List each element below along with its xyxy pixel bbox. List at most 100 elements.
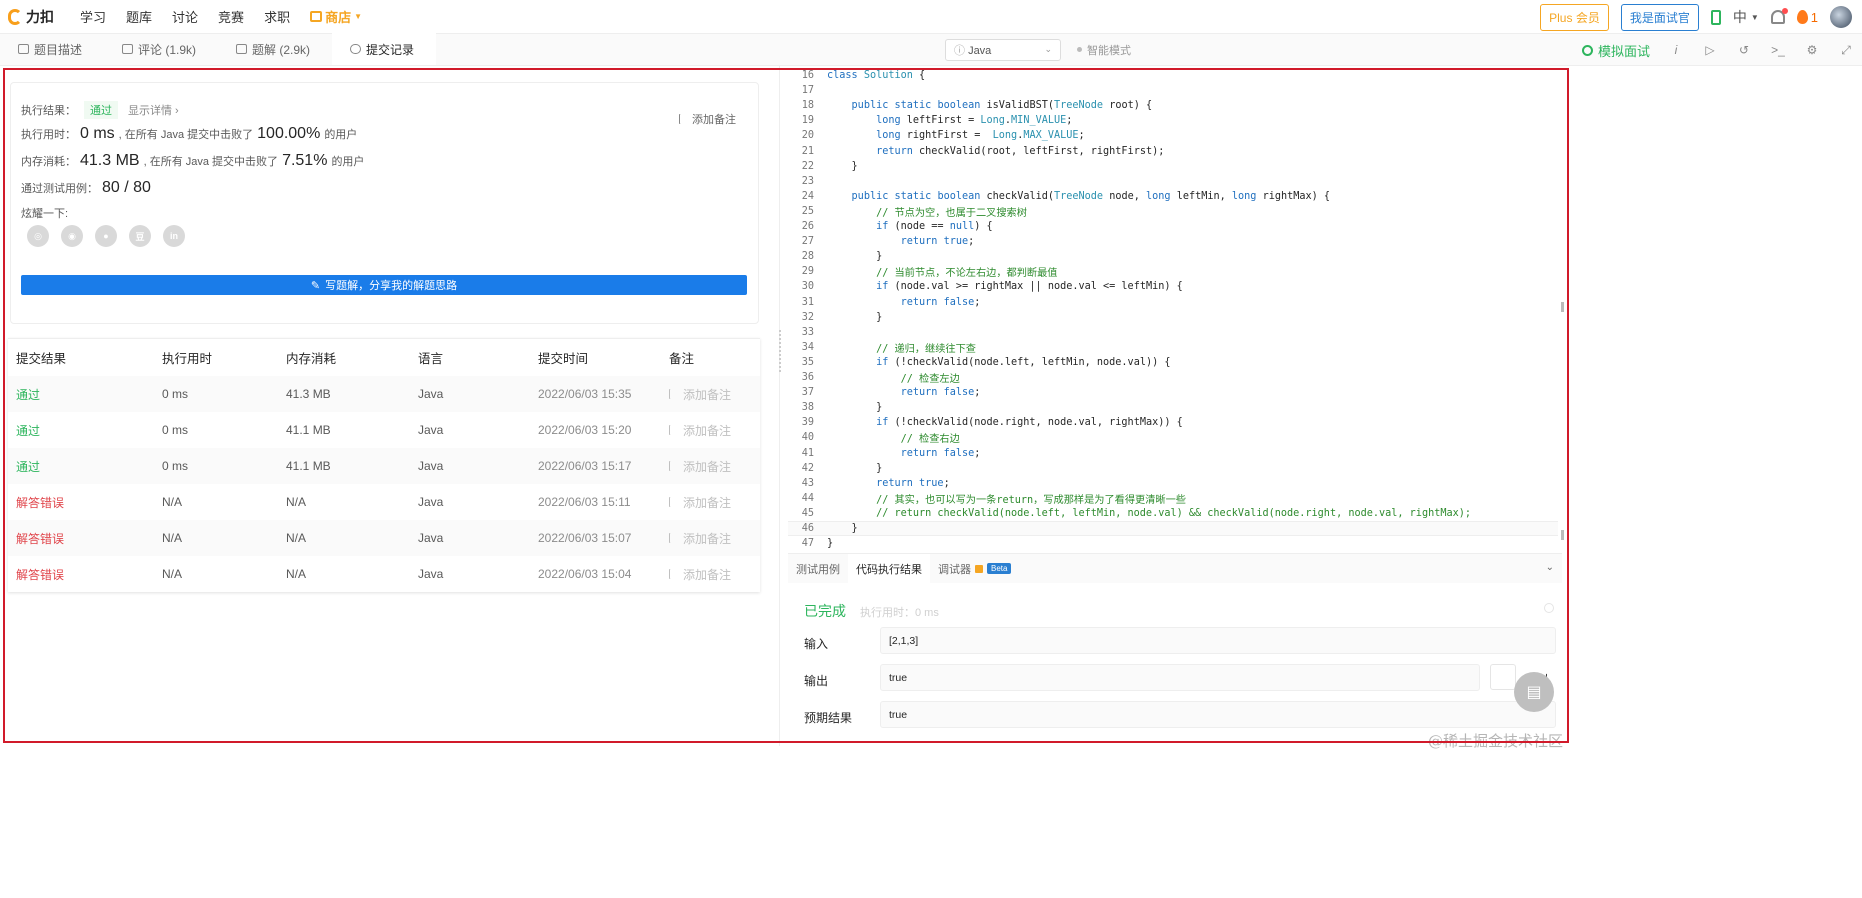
add-note-button[interactable]: 添加备注 <box>679 111 736 127</box>
avatar[interactable] <box>1830 6 1852 28</box>
row-status[interactable]: 解答错误 <box>8 494 162 511</box>
code-line[interactable]: 35 if (!checkValid(node.left, leftMin, n… <box>788 355 1558 370</box>
tab-run-result[interactable]: 代码执行结果 <box>848 553 930 584</box>
line-number: 30 <box>801 281 814 293</box>
code-line[interactable]: 31 return false; <box>788 295 1558 310</box>
code-line[interactable]: 27 return true; <box>788 234 1558 249</box>
expected-value-box: true <box>880 701 1556 728</box>
console-icon[interactable]: >_ <box>1770 43 1786 57</box>
code-line[interactable]: 17 <box>788 83 1558 98</box>
code-line[interactable]: 21 return checkValid(root, leftFirst, ri… <box>788 144 1558 159</box>
language-select[interactable]: ⓘ Java ⌄ <box>945 38 1061 61</box>
logo[interactable]: 力扣 <box>8 7 54 27</box>
code-line[interactable]: 16 class Solution { <box>788 68 1558 83</box>
table-row[interactable]: 通过 0 ms 41.1 MB Java 2022/06/03 15:20 添加备注 <box>8 412 760 448</box>
mock-interview-button[interactable]: 模拟面试 <box>1581 41 1650 60</box>
code-line[interactable]: 45 // return checkValid(node.left, leftM… <box>788 506 1558 521</box>
code-line[interactable]: 46 } <box>788 521 1558 536</box>
nav-discuss[interactable]: 讨论 <box>172 7 198 26</box>
code-line[interactable]: 32 } <box>788 310 1558 325</box>
code-line[interactable]: 34 // 递归，继续往下查 <box>788 340 1558 355</box>
row-add-note[interactable]: 添加备注 <box>669 494 760 511</box>
chevron-down-icon[interactable]: ⌄ <box>1546 562 1554 573</box>
row-add-note[interactable]: 添加备注 <box>669 422 760 439</box>
floating-note-button[interactable]: ▤ <box>1514 672 1554 712</box>
nav-learn[interactable]: 学习 <box>80 7 106 26</box>
scrollbar-marker[interactable] <box>1561 302 1564 312</box>
row-add-note[interactable]: 添加备注 <box>669 530 760 547</box>
code-line[interactable]: 38 } <box>788 400 1558 415</box>
code-line[interactable]: 22 } <box>788 159 1558 174</box>
code-editor[interactable]: 16 class Solution {17 18 public static boo… <box>788 68 1563 552</box>
run-result-panel: 已完成 执行用时：0 ms 输入 [2,1,3] 输出 true 差别 预期结果… <box>788 583 1562 743</box>
row-status[interactable]: 解答错误 <box>8 566 162 583</box>
row-add-note[interactable]: 添加备注 <box>669 386 760 403</box>
nav-problems[interactable]: 题库 <box>126 7 152 26</box>
notification-bell-icon[interactable] <box>1770 8 1788 24</box>
code-line[interactable]: 39 if (!checkValid(node.right, node.val,… <box>788 415 1558 430</box>
qq-icon[interactable]: ● <box>95 225 117 247</box>
row-status[interactable]: 通过 <box>8 458 162 475</box>
code-line[interactable]: 28 } <box>788 249 1558 264</box>
scrollbar-marker[interactable] <box>1561 530 1564 540</box>
row-status[interactable]: 通过 <box>8 386 162 403</box>
code-line[interactable]: 29 // 当前节点，不论左右边，都判断最值 <box>788 264 1558 279</box>
code-line[interactable]: 25 // 节点为空，也属于二叉搜索树 <box>788 204 1558 219</box>
tab-debugger[interactable]: 调试器 Beta <box>930 554 1019 584</box>
code-line[interactable]: 23 <box>788 174 1558 189</box>
code-line[interactable]: 36 // 检查左边 <box>788 370 1558 385</box>
code-line[interactable]: 18 public static boolean isValidBST(Tree… <box>788 98 1558 113</box>
code-line[interactable]: 33 <box>788 325 1558 340</box>
table-row[interactable]: 通过 0 ms 41.3 MB Java 2022/06/03 15:35 添加备注 <box>8 376 760 412</box>
nav-shop[interactable]: 商店 ▼ <box>310 7 362 26</box>
help-icon[interactable] <box>1544 603 1554 613</box>
write-solution-button[interactable]: ✎ 写题解，分享我的解题思路 <box>21 275 747 295</box>
douban-icon[interactable]: 豆 <box>129 225 151 247</box>
nav-contest[interactable]: 竞赛 <box>218 7 244 26</box>
settings-gear-icon[interactable]: ⚙ <box>1804 43 1820 57</box>
code-text: class Solution { <box>827 70 926 81</box>
tab-description[interactable]: 题目描述 <box>0 33 104 65</box>
table-row[interactable]: 通过 0 ms 41.1 MB Java 2022/06/03 15:17 添加备注 <box>8 448 760 484</box>
table-row[interactable]: 解答错误 N/A N/A Java 2022/06/03 15:07 添加备注 <box>8 520 760 556</box>
row-status[interactable]: 解答错误 <box>8 530 162 547</box>
wechat-icon[interactable]: ◎ <box>27 225 49 247</box>
table-row[interactable]: 解答错误 N/A N/A Java 2022/06/03 15:11 添加备注 <box>8 484 760 520</box>
info-icon[interactable]: i <box>1668 43 1684 57</box>
plus-member-button[interactable]: Plus 会员 <box>1540 3 1609 31</box>
resize-handle[interactable] <box>779 330 781 372</box>
table-row[interactable]: 解答错误 N/A N/A Java 2022/06/03 15:04 添加备注 <box>8 556 760 592</box>
reset-icon[interactable]: ↺ <box>1736 43 1752 57</box>
code-line[interactable]: 47} <box>788 536 1558 551</box>
diff-toggle[interactable] <box>1490 664 1516 690</box>
linkedin-icon[interactable]: in <box>163 225 185 247</box>
code-line[interactable]: 19 long leftFirst = Long.MIN_VALUE; <box>788 113 1558 128</box>
code-line[interactable]: 26 if (node == null) { <box>788 219 1558 234</box>
weibo-icon[interactable]: ◉ <box>61 225 83 247</box>
row-add-note[interactable]: 添加备注 <box>669 458 760 475</box>
row-add-note[interactable]: 添加备注 <box>669 566 760 583</box>
tab-submissions[interactable]: 提交记录 <box>332 33 437 65</box>
language-switch[interactable]: 中 ▼ <box>1733 7 1759 27</box>
smart-mode-toggle[interactable]: 智能模式 <box>1077 42 1131 58</box>
code-line[interactable]: 40 // 检查右边 <box>788 430 1558 445</box>
code-line[interactable]: 41 return false; <box>788 446 1558 461</box>
interviewer-button[interactable]: 我是面试官 <box>1620 3 1699 31</box>
code-line[interactable]: 37 return false; <box>788 385 1558 400</box>
tab-comments[interactable]: 评论 (1.9k) <box>104 33 218 65</box>
code-line[interactable]: 20 long rightFirst = Long.MAX_VALUE; <box>788 128 1558 143</box>
fullscreen-icon[interactable]: ⤢ <box>1838 43 1854 58</box>
code-line[interactable]: 42 } <box>788 461 1558 476</box>
tab-solutions[interactable]: 题解 (2.9k) <box>218 33 332 65</box>
code-line[interactable]: 44 // 其实，也可以写为一条return，写成那样是为了看得更清晰一些 <box>788 491 1558 506</box>
code-line[interactable]: 24 public static boolean checkValid(Tree… <box>788 189 1558 204</box>
code-line[interactable]: 43 return true; <box>788 476 1558 491</box>
show-detail-link[interactable]: 显示详情 › <box>128 102 179 118</box>
streak-counter[interactable]: 1 <box>1796 10 1818 25</box>
code-line[interactable]: 30 if (node.val >= rightMax || node.val … <box>788 279 1558 294</box>
row-status[interactable]: 通过 <box>8 422 162 439</box>
mobile-app-icon[interactable] <box>1710 9 1721 25</box>
tab-testcase[interactable]: 测试用例 <box>788 554 848 584</box>
run-icon[interactable]: ▷ <box>1702 43 1718 57</box>
nav-jobs[interactable]: 求职 <box>264 7 290 26</box>
